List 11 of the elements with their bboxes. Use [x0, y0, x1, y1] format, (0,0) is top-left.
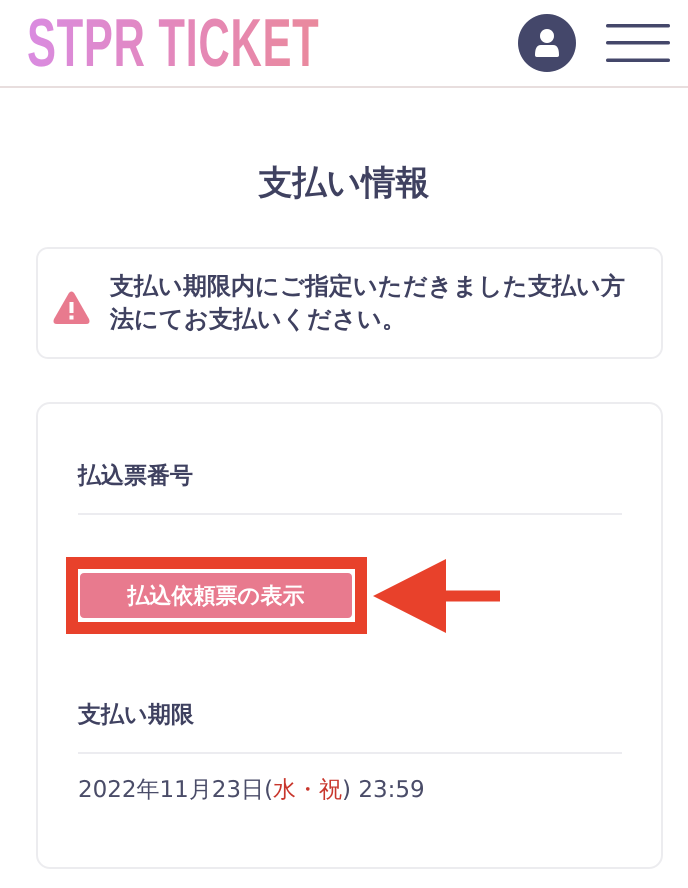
- logo[interactable]: STPR TICKET: [27, 17, 320, 69]
- deadline-label: 支払い期限: [78, 701, 194, 730]
- page-title: 支払い情報: [258, 163, 430, 203]
- payment-slip-button[interactable]: 払込依頼票の表示: [80, 573, 352, 618]
- menu-icon[interactable]: [606, 24, 670, 62]
- alert-message: 支払い期限内にご指定いただきました支払い方法にてお支払いください。: [110, 271, 626, 335]
- slip-number-label: 払込票番号: [78, 462, 193, 491]
- deadline-value: 2022年11月23日(水・祝) 23:59: [78, 776, 425, 805]
- left-arrow-icon: [373, 558, 500, 632]
- user-icon[interactable]: [518, 14, 576, 72]
- warning-icon: [53, 290, 90, 324]
